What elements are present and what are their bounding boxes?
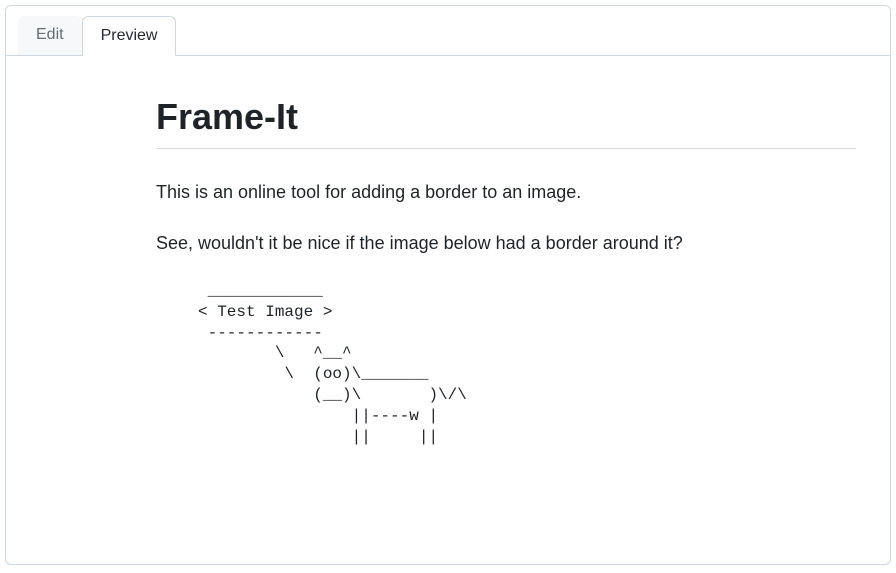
page-title: Frame-It xyxy=(156,96,856,149)
description-paragraph: This is an online tool for adding a bord… xyxy=(156,179,856,206)
ascii-art-block: ____________ < Test Image > ------------… xyxy=(198,281,856,447)
preview-content: Frame-It This is an online tool for addi… xyxy=(6,56,856,447)
editor-container: Edit Preview Frame-It This is an online … xyxy=(5,5,891,565)
question-paragraph: See, wouldn't it be nice if the image be… xyxy=(156,230,856,257)
tab-preview[interactable]: Preview xyxy=(82,16,177,56)
tab-bar: Edit Preview xyxy=(6,6,890,56)
tab-edit[interactable]: Edit xyxy=(18,16,82,55)
